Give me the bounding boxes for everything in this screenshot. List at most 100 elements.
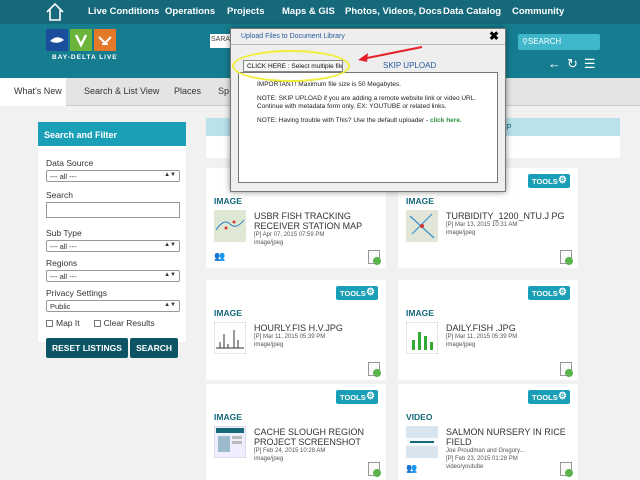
tools-label: TOOLS [532, 177, 558, 186]
gear-icon: ⚙ [558, 287, 567, 298]
screenshot-thumbnail-icon[interactable] [213, 425, 247, 459]
search-label: Search [46, 190, 73, 200]
result-card: TOOLS ⚙ VIDEO SALMON NURSERY IN RICE FIEL… [398, 384, 578, 480]
bird-icon [94, 29, 116, 51]
privacy-value: Public [50, 302, 71, 311]
max-size-note: IMPORTANT! Maximum file size is 50 Megab… [257, 81, 401, 88]
card-mime: video/youtube [446, 464, 484, 470]
card-date: [P] Apr 07, 2015 07:59 PM [254, 232, 325, 238]
gear-icon: ⚙ [558, 175, 567, 186]
red-arrow-icon [358, 46, 423, 62]
logo-text: BAY-DELTA LIVE [52, 54, 118, 61]
list-menu-icon[interactable]: ☰ [584, 56, 596, 72]
default-uploader-link[interactable]: click here. [430, 117, 462, 124]
tools-label: TOOLS [340, 393, 366, 402]
note-text: NOTE: Having trouble with This? Use the … [257, 117, 430, 124]
map-it-checkbox[interactable]: Map It [46, 318, 80, 328]
tools-button[interactable]: TOOLS ⚙ [528, 286, 570, 300]
card-title[interactable]: CACHE SLOUGH REGION PROJECT SCREENSHOT [254, 427, 364, 447]
map-thumbnail-icon[interactable] [214, 210, 246, 242]
regions-label: Regions [46, 258, 78, 268]
regions-select[interactable]: --- all --- ▲▼ [46, 270, 180, 282]
regions-value: --- all --- [50, 272, 77, 281]
result-card: TOOLS ⚙ IMAGE DAILY.FISH .JPG [P] Mar 11,… [398, 280, 578, 380]
clear-results-checkbox[interactable]: Clear Results [93, 318, 155, 328]
subtype-select[interactable]: --- all --- ▲▼ [46, 240, 180, 252]
select-arrow-icon: ▲▼ [164, 302, 176, 308]
upload-info-box: IMPORTANT! Maximum file size is 50 Megab… [238, 72, 498, 183]
tab-places[interactable]: Places [174, 86, 201, 96]
card-title[interactable]: SALMON NURSERY IN RICE FIELD [446, 427, 566, 447]
card-type: IMAGE [214, 196, 242, 206]
card-type: VIDEO [406, 412, 433, 422]
card-type: IMAGE [214, 308, 242, 318]
add-document-icon[interactable] [560, 250, 573, 265]
panel-title: Search and Filter [38, 122, 186, 146]
data-source-select[interactable]: --- all --- ▲▼ [46, 170, 180, 182]
fish-icon [46, 29, 68, 51]
search-label: SEARCH [527, 37, 562, 46]
card-mime: image/jpeg [254, 240, 284, 246]
tab-whats-new[interactable]: What's New [14, 86, 62, 96]
card-author: Joe Proudman and Gregory... [446, 448, 525, 454]
add-document-icon[interactable] [368, 362, 381, 377]
add-document-icon[interactable] [368, 250, 381, 265]
select-arrow-icon: ▲▼ [164, 172, 176, 178]
refresh-icon[interactable]: ↻ [567, 56, 578, 72]
gear-icon: ⚙ [558, 391, 567, 402]
card-date: [P] Mar 13, 2015 10:31 AM [446, 222, 518, 228]
nav-photos-videos-docs[interactable]: Photos, Videos, Docs [345, 6, 442, 17]
add-document-icon[interactable] [560, 462, 573, 477]
nav-community[interactable]: Community [512, 6, 564, 17]
result-card: TOOLS ⚙ IMAGE HOURLY.FIS H.V.JPG [P] Mar … [206, 280, 386, 380]
select-arrow-icon: ▲▼ [164, 242, 176, 248]
dialog-title: Upload Files to Document Library [241, 33, 345, 40]
back-arrow-icon[interactable]: ← [548, 56, 561, 72]
nav-live-conditions[interactable]: Live Conditions [88, 6, 159, 17]
top-navigation: Live Conditions Operations Projects Maps… [0, 0, 640, 24]
map-thumbnail-icon[interactable] [406, 210, 438, 242]
tools-button[interactable]: TOOLS ⚙ [528, 390, 570, 404]
chart-thumbnail-icon[interactable] [405, 321, 439, 355]
skip-upload-note: NOTE: SKIP UPLOAD if you are adding a re… [257, 95, 477, 110]
nav-maps-gis[interactable]: Maps & GIS [282, 6, 335, 17]
home-icon[interactable] [44, 1, 66, 23]
card-date: [P] Mar 11, 2015 05:39 PM [446, 334, 518, 340]
nav-operations[interactable]: Operations [165, 6, 215, 17]
gear-icon: ⚙ [366, 287, 375, 298]
card-type: IMAGE [214, 412, 242, 422]
search-filter-panel: Search and Filter Data Source --- all --… [38, 122, 186, 358]
chart-thumbnail-icon[interactable] [213, 321, 247, 355]
data-source-value: --- all --- [50, 172, 77, 181]
highlight-circle [232, 50, 350, 82]
card-date: [P] Feb 23, 2015 01:28 PM [446, 456, 518, 462]
search-button[interactable]: SEARCH [130, 338, 178, 358]
site-logo[interactable]: BAY-DELTA LIVE [46, 29, 118, 75]
card-title[interactable]: USBR FISH TRACKING RECEIVER STATION MAP [254, 211, 362, 231]
card-title[interactable]: TURBIDITY_1200_NTU.J PG [446, 211, 565, 221]
search-input[interactable] [46, 202, 180, 218]
privacy-select[interactable]: Public ▲▼ [46, 300, 180, 312]
tab-partial[interactable]: Sp [218, 86, 229, 96]
card-title[interactable]: DAILY.FISH .JPG [446, 323, 516, 333]
reset-listings-button[interactable]: RESET LISTINGS [46, 338, 128, 358]
tools-label: TOOLS [532, 393, 558, 402]
nav-data-catalog[interactable]: Data Catalog [443, 6, 501, 17]
close-icon[interactable]: ✖ [489, 29, 499, 43]
card-date: [P] Feb 24, 2015 10:28 AM [254, 448, 326, 454]
people-icon[interactable]: 👥 [406, 463, 417, 474]
nav-projects[interactable]: Projects [227, 6, 265, 17]
leaf-icon [70, 29, 92, 51]
tools-button[interactable]: TOOLS ⚙ [336, 390, 378, 404]
add-document-icon[interactable] [560, 362, 573, 377]
card-type: IMAGE [406, 196, 434, 206]
add-document-icon[interactable] [368, 462, 381, 477]
tools-button[interactable]: TOOLS ⚙ [528, 174, 570, 188]
card-title[interactable]: HOURLY.FIS H.V.JPG [254, 323, 343, 333]
tools-button[interactable]: TOOLS ⚙ [336, 286, 378, 300]
tools-label: TOOLS [532, 289, 558, 298]
people-icon[interactable]: 👥 [214, 251, 225, 262]
video-thumbnail-icon[interactable] [406, 426, 438, 458]
tab-search-list-view[interactable]: Search & List View [84, 86, 159, 96]
site-search-input[interactable]: ⚲SEARCH [518, 34, 600, 50]
